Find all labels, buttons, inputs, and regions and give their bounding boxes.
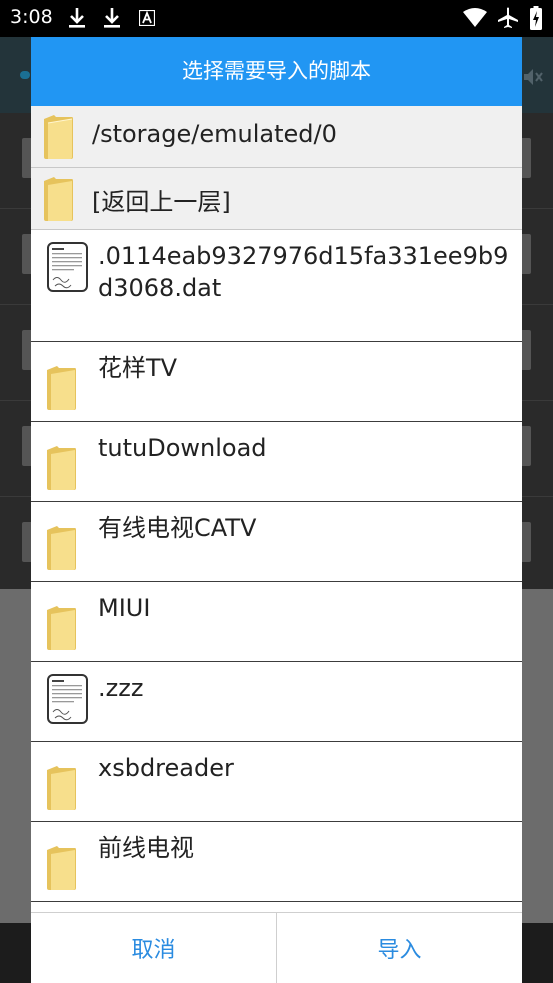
folder-icon: [47, 766, 76, 810]
list-item[interactable]: .zzz: [31, 662, 522, 742]
list-item[interactable]: .0114eab9327976d15fa331ee9b9d3068.dat: [31, 230, 522, 342]
go-up-label: [返回上一层]: [92, 188, 231, 216]
folder-icon: [44, 115, 73, 159]
background-indicator: [20, 71, 30, 79]
airplane-icon: [498, 7, 518, 28]
current-path-row: /storage/emulated/0: [31, 106, 522, 168]
import-button[interactable]: 导入: [276, 913, 522, 983]
item-name: xsbdreader: [98, 754, 234, 782]
item-name: .0114eab9327976d15fa331ee9b9d3068.dat: [98, 242, 509, 302]
item-name: tutuDownload: [98, 434, 267, 462]
folder-icon: [47, 366, 76, 410]
dialog-title: 选择需要导入的脚本: [31, 37, 522, 106]
status-time: 3:08: [10, 6, 53, 28]
item-name: .zzz: [98, 674, 144, 702]
cancel-button[interactable]: 取消: [31, 913, 276, 983]
folder-icon: [47, 446, 76, 490]
download-icon: [69, 8, 85, 28]
item-name: MIUI: [98, 594, 151, 622]
item-name: 花样TV: [98, 354, 178, 382]
download-icon: [104, 8, 120, 28]
list-item[interactable]: xsbdreader: [31, 742, 522, 822]
dialog-button-bar: 取消 导入: [31, 912, 522, 983]
folder-icon: [47, 606, 76, 650]
folder-icon: [47, 846, 76, 890]
text-a-icon: [139, 10, 155, 26]
wifi-icon: [463, 8, 487, 27]
current-path: /storage/emulated/0: [92, 120, 337, 148]
list-item[interactable]: MIUI: [31, 582, 522, 662]
folder-icon: [44, 177, 73, 221]
document-icon: [47, 674, 88, 724]
folder-icon: [47, 526, 76, 570]
item-name: 有线电视CATV: [98, 514, 257, 542]
list-item[interactable]: 前线电视: [31, 822, 522, 902]
status-bar: 3:08: [0, 0, 553, 37]
list-item[interactable]: 有线电视CATV: [31, 502, 522, 582]
file-list: .0114eab9327976d15fa331ee9b9d3068.dat 花样…: [31, 230, 522, 902]
list-item[interactable]: tutuDownload: [31, 422, 522, 502]
mute-icon: [524, 69, 543, 85]
document-icon: [47, 242, 88, 292]
file-chooser-dialog: 选择需要导入的脚本 /storage/emulated/0 [返回上一层] .0…: [31, 37, 522, 983]
battery-charging-icon: [530, 6, 542, 30]
item-name: 前线电视: [98, 834, 194, 862]
list-item[interactable]: 花样TV: [31, 342, 522, 422]
go-up-row[interactable]: [返回上一层]: [31, 168, 522, 230]
